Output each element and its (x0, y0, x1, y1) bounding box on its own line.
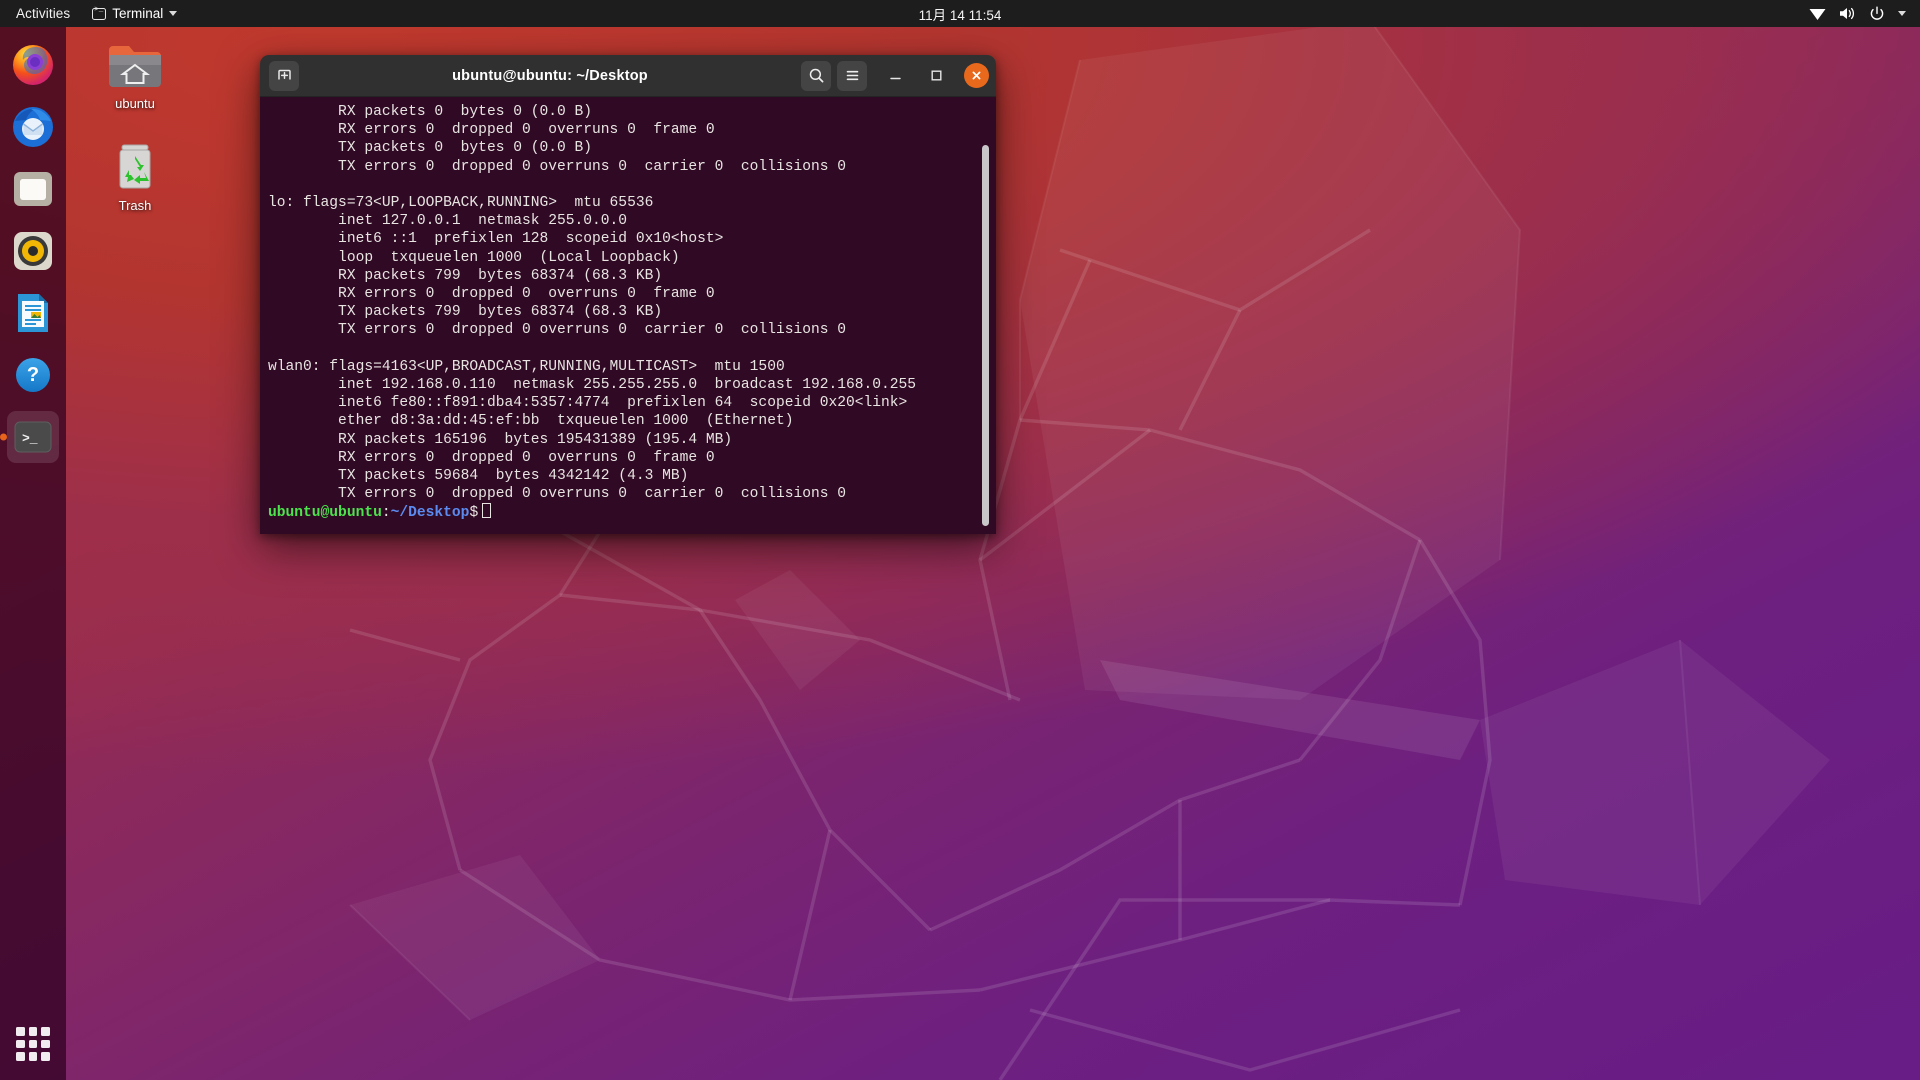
wifi-icon (1809, 8, 1826, 20)
hamburger-menu-icon (846, 70, 858, 81)
close-icon (972, 71, 981, 80)
minimize-button[interactable] (883, 63, 908, 88)
dock-item-firefox[interactable] (7, 39, 59, 91)
search-icon (809, 68, 823, 83)
minimize-icon (890, 77, 901, 80)
terminal-window-title: ubuntu@ubuntu: ~/Desktop (452, 67, 648, 84)
home-folder-icon (109, 46, 161, 87)
search-button[interactable] (801, 60, 831, 91)
ifconfig-output: RX packets 0 bytes 0 (0.0 B) RX errors 0… (268, 104, 917, 503)
grid-cell (28, 1039, 38, 1049)
firefox-icon (13, 45, 53, 85)
show-applications-button[interactable] (11, 1022, 55, 1066)
terminal-cursor[interactable] (482, 503, 492, 519)
desktop-icon-trash[interactable]: Trash (89, 140, 181, 213)
dock-item-rhythmbox[interactable] (7, 225, 59, 277)
prompt-symbol: $ (469, 505, 479, 522)
dock-item-terminal[interactable]: >_ (7, 411, 59, 463)
app-menu-terminal[interactable]: Terminal (82, 6, 187, 21)
power-icon (1870, 6, 1884, 20)
close-button[interactable] (964, 63, 989, 88)
terminal-icon (92, 6, 107, 20)
new-tab-icon (277, 69, 291, 80)
terminal-window[interactable]: ubuntu@ubuntu: ~/Desktop RX packets 0 by… (260, 55, 996, 534)
svg-text:?: ? (27, 364, 39, 386)
grid-cell (16, 1027, 25, 1036)
help-icon: ? (16, 358, 50, 392)
libreoffice-writer-icon (18, 294, 48, 332)
prompt-separator: : (381, 505, 391, 522)
svg-text:>_: >_ (22, 431, 38, 446)
app-menu-label: Terminal (112, 6, 164, 21)
dock-item-help[interactable]: ? (7, 349, 59, 401)
terminal-screen[interactable]: RX packets 0 bytes 0 (0.0 B) RX errors 0… (260, 97, 996, 534)
thunderbird-icon (13, 107, 53, 147)
grid-cell (41, 1039, 50, 1049)
terminal-icon: >_ (14, 421, 52, 453)
rhythmbox-icon (14, 232, 52, 270)
desktop-icon-label: Trash (118, 198, 152, 213)
window-controls (801, 60, 989, 91)
files-icon (14, 172, 52, 206)
dock-item-libreoffice[interactable] (7, 287, 59, 339)
dock-item-thunderbird[interactable] (7, 101, 59, 153)
menu-button[interactable] (837, 60, 867, 91)
dock-item-files[interactable] (7, 163, 59, 215)
grid-cell (16, 1039, 25, 1049)
grid-cell (41, 1027, 50, 1036)
grid-cell (16, 1052, 25, 1061)
prompt-user-host: ubuntu@ubuntu (268, 505, 382, 522)
maximize-button[interactable] (924, 63, 949, 88)
desktop-background[interactable]: ubuntu Trash ubuntu@ubuntu: ~/Desktop RX… (0, 0, 1920, 1080)
maximize-icon (931, 70, 942, 81)
grid-cell (28, 1027, 38, 1036)
clock: 11月 14 11:54 (0, 4, 1920, 24)
grid-cell (28, 1052, 38, 1061)
chevron-down-icon (169, 11, 178, 16)
terminal-scrollbar[interactable] (982, 145, 989, 526)
prompt-path: ~/Desktop (390, 505, 470, 522)
terminal-output: RX packets 0 bytes 0 (0.0 B) RX errors 0… (264, 103, 996, 523)
system-tray[interactable] (1809, 6, 1920, 22)
terminal-title-bar[interactable]: ubuntu@ubuntu: ~/Desktop (260, 55, 996, 97)
grid-cell (41, 1052, 50, 1061)
top-panel: Activities Terminal 11月 14 11:54 (0, 0, 1920, 27)
volume-icon (1840, 7, 1854, 20)
clock-label[interactable]: 11月 14 11:54 (919, 8, 1002, 23)
activities-button[interactable]: Activities (0, 6, 82, 21)
desktop-icon-label: ubuntu (115, 96, 155, 111)
chevron-down-icon (1898, 11, 1906, 16)
trash-icon (119, 144, 151, 189)
new-tab-button[interactable] (269, 60, 299, 91)
dock: ? >_ (0, 27, 66, 1080)
desktop-icon-home-folder[interactable]: ubuntu (89, 38, 181, 111)
